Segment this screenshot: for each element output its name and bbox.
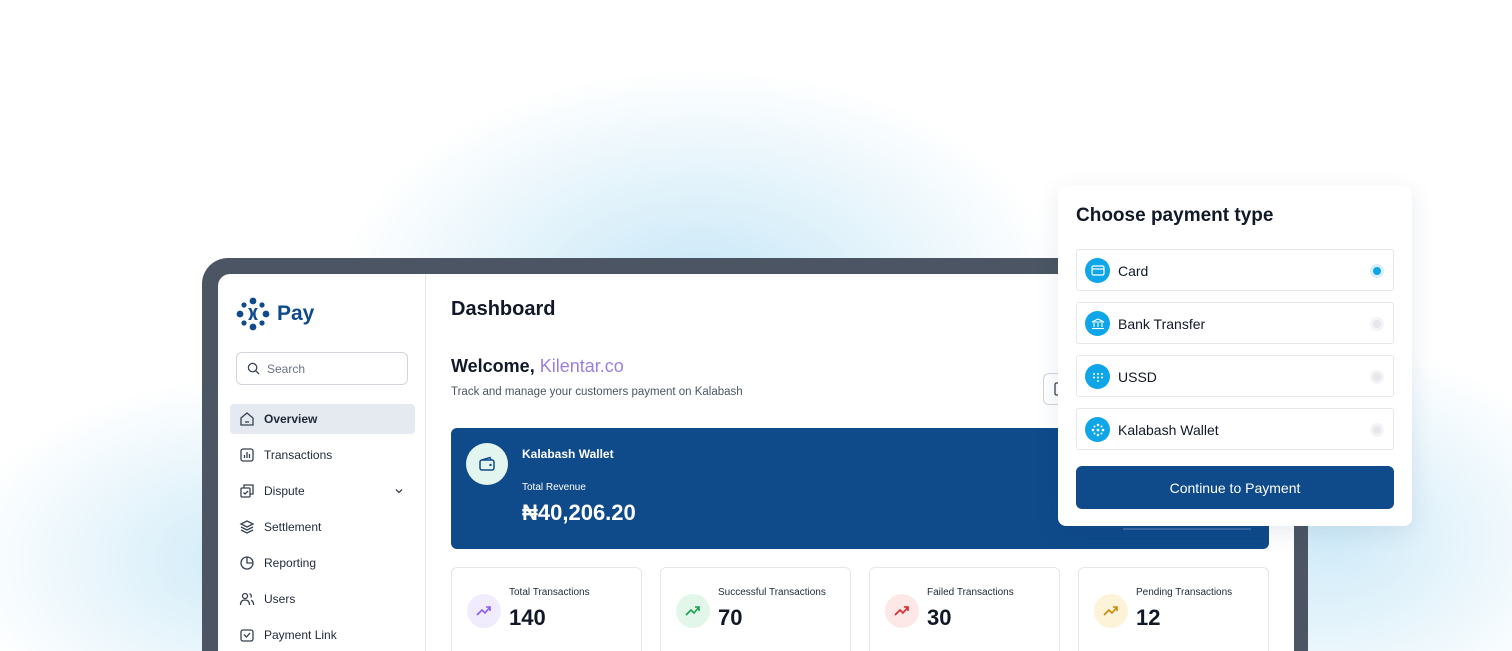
card-icon: [1085, 258, 1110, 283]
sidebar-item-dispute[interactable]: Dispute: [230, 476, 415, 506]
app-logo[interactable]: Pay: [235, 296, 314, 332]
radio-unselected[interactable]: [1370, 317, 1384, 331]
payment-option-card[interactable]: Card: [1076, 249, 1394, 291]
stat-card-failed: Failed Transactions 30: [869, 567, 1060, 651]
sidebar-item-reporting[interactable]: Reporting: [230, 548, 415, 578]
chevron-down-icon[interactable]: [393, 485, 405, 497]
page-title: Dashboard: [451, 298, 556, 320]
stat-card-pending: Pending Transactions 12: [1078, 567, 1269, 651]
payment-link-icon: [240, 629, 254, 642]
payment-option-kalabash-wallet[interactable]: Kalabash Wallet: [1076, 408, 1394, 450]
wallet-icon: [1085, 417, 1110, 442]
radio-unselected[interactable]: [1370, 423, 1384, 437]
search-input[interactable]: Search: [236, 352, 408, 385]
continue-to-payment-button[interactable]: Continue to Payment: [1076, 466, 1394, 509]
dispute-icon: [240, 484, 254, 498]
sidebar-item-payment-link[interactable]: Payment Link: [230, 620, 415, 650]
stat-card-successful: Successful Transactions 70: [660, 567, 851, 651]
option-label: Bank Transfer: [1118, 316, 1206, 332]
trend-up-icon: [1094, 594, 1128, 628]
stat-card-total: Total Transactions 140: [451, 567, 642, 651]
modal-title: Choose payment type: [1076, 205, 1274, 226]
merchant-name: Kilentar.co: [539, 356, 624, 376]
stats-row: Total Transactions 140 Successful Transa…: [451, 567, 1269, 651]
stat-value: 30: [927, 605, 952, 630]
stat-label: Total Transactions: [509, 587, 590, 598]
trend-up-icon: [885, 594, 919, 628]
revenue-label: Total Revenue: [522, 482, 586, 493]
stat-label: Successful Transactions: [718, 587, 826, 598]
users-icon: [239, 592, 255, 606]
trend-up-icon: [467, 594, 501, 628]
option-label: Card: [1118, 263, 1149, 279]
sidebar-item-label: Overview: [264, 412, 318, 426]
home-icon: [240, 412, 254, 426]
logo-icon: [236, 297, 270, 331]
option-label: USSD: [1118, 369, 1157, 385]
payment-option-bank-transfer[interactable]: Bank Transfer: [1076, 302, 1394, 344]
stat-value: 70: [718, 605, 743, 630]
search-icon: [247, 362, 260, 375]
sidebar-nav: Overview Transactions Dispute Settlement…: [230, 404, 415, 651]
layers-icon: [239, 520, 255, 534]
payment-type-modal: Choose payment type Card Bank Transfer U…: [1058, 186, 1412, 526]
radio-selected[interactable]: [1370, 264, 1384, 278]
sidebar-item-label: Payment Link: [264, 628, 337, 642]
sidebar-item-settlement[interactable]: Settlement: [230, 512, 415, 542]
sidebar: Pay Search Overview Transactions Dispute…: [218, 274, 426, 651]
wallet-icon: [466, 443, 508, 485]
welcome-prefix: Welcome,: [451, 356, 535, 376]
stat-label: Failed Transactions: [927, 587, 1014, 598]
ussd-icon: [1085, 364, 1110, 389]
radio-unselected[interactable]: [1370, 370, 1384, 384]
welcome-heading: Welcome, Kilentar.co: [451, 356, 624, 377]
stat-label: Pending Transactions: [1136, 587, 1233, 598]
stat-value: 12: [1136, 605, 1161, 630]
welcome-subtitle: Track and manage your customers payment …: [451, 386, 743, 398]
wallet-name: Kalabash Wallet: [522, 447, 614, 461]
sidebar-item-transactions[interactable]: Transactions: [230, 440, 415, 470]
payment-option-ussd[interactable]: USSD: [1076, 355, 1394, 397]
search-placeholder: Search: [267, 361, 306, 376]
sidebar-item-label: Transactions: [264, 448, 333, 462]
logo-text: Pay: [277, 302, 315, 325]
bar-chart-icon: [240, 448, 254, 462]
pie-chart-icon: [240, 556, 254, 570]
sidebar-item-label: Reporting: [264, 556, 317, 570]
sidebar-item-overview[interactable]: Overview: [230, 404, 415, 434]
trend-up-icon: [676, 594, 710, 628]
sidebar-item-label: Settlement: [264, 520, 322, 534]
sidebar-item-users[interactable]: Users: [230, 584, 415, 614]
sidebar-item-label: Dispute: [264, 484, 305, 498]
revenue-value: ₦40,206.20: [522, 500, 636, 525]
stat-value: 140: [509, 605, 546, 630]
sidebar-item-label: Users: [264, 592, 296, 606]
bank-icon: [1085, 311, 1110, 336]
option-label: Kalabash Wallet: [1118, 422, 1219, 438]
